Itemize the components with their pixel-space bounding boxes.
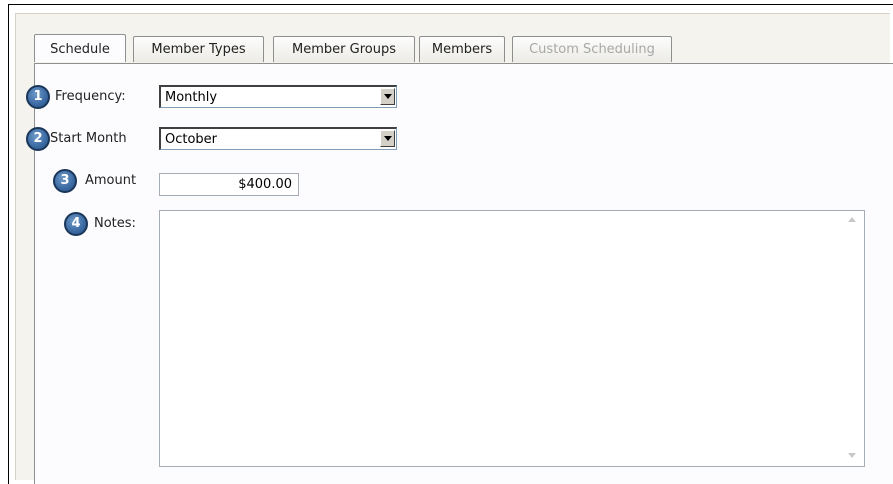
start-month-value: October — [165, 132, 218, 147]
tab-custom-scheduling: Custom Scheduling — [512, 36, 672, 62]
callout-badge-4: 4 — [64, 212, 88, 236]
tab-member-groups[interactable]: Member Groups — [273, 36, 415, 62]
callout-badge-1: 1 — [26, 85, 50, 109]
start-month-label: Start Month — [50, 131, 127, 146]
callout-badge-3: 3 — [53, 169, 77, 193]
scroll-up-arrow-icon[interactable] — [848, 217, 856, 222]
notes-textarea[interactable] — [159, 210, 865, 467]
chevron-down-icon[interactable] — [380, 88, 395, 105]
amount-label: Amount — [85, 173, 137, 188]
frequency-label: Frequency: — [55, 89, 126, 104]
scroll-down-arrow-icon[interactable] — [848, 453, 856, 458]
tab-members[interactable]: Members — [419, 36, 505, 62]
tab-schedule[interactable]: Schedule — [34, 34, 126, 62]
chevron-down-icon[interactable] — [380, 130, 395, 147]
start-month-select[interactable]: October — [159, 127, 397, 150]
callout-badge-2: 2 — [26, 127, 50, 151]
notes-label: Notes: — [94, 216, 136, 231]
frequency-value: Monthly — [165, 90, 218, 105]
amount-input[interactable]: $400.00 — [159, 173, 299, 196]
frequency-select[interactable]: Monthly — [159, 85, 397, 108]
tab-member-types[interactable]: Member Types — [133, 36, 264, 62]
